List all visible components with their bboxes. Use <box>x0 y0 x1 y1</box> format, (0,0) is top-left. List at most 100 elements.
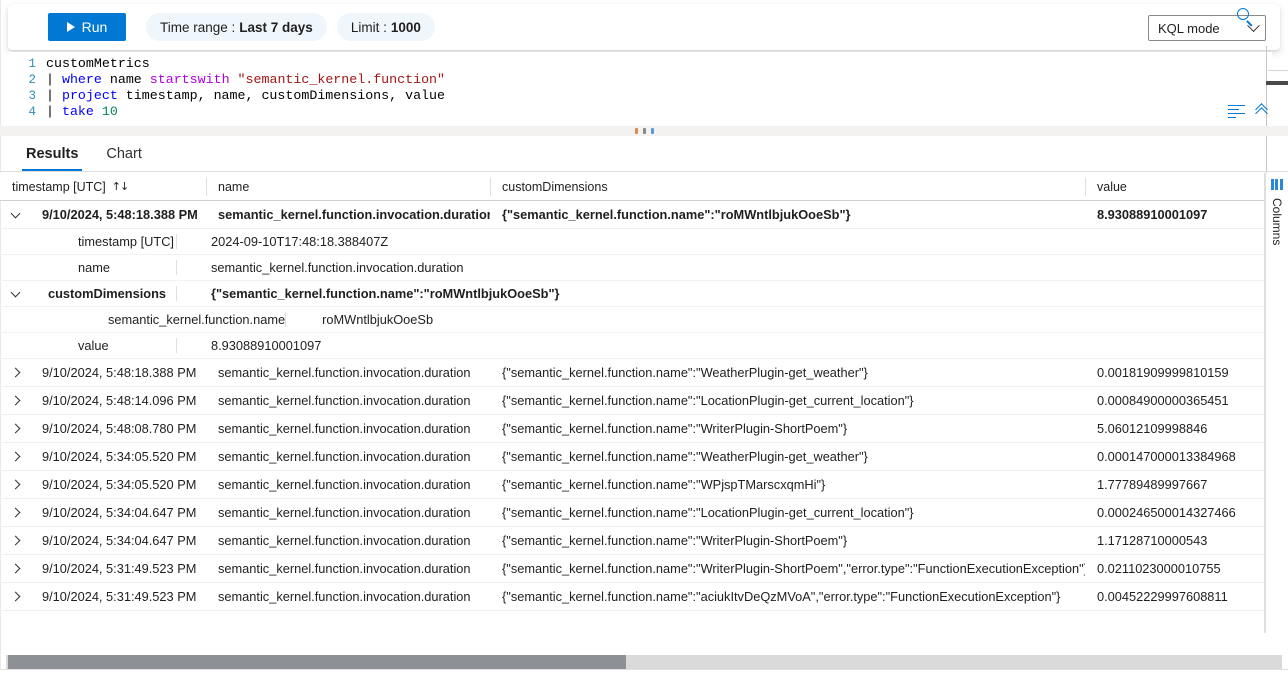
table-row[interactable]: 9/10/2024, 5:34:05.520 PMsemantic_kernel… <box>0 471 1264 499</box>
cell-timestamp: 9/10/2024, 5:34:04.647 PM <box>30 505 206 520</box>
detail-key: value <box>30 338 176 353</box>
double-chevron-up-icon[interactable] <box>1255 104 1270 118</box>
query-toolbar: Run Time range : Last 7 days Limit : 100… <box>8 4 1280 50</box>
splitter-grip-icon <box>635 128 654 134</box>
query-token: timestamp, name, customDimensions, value <box>118 88 445 103</box>
tab-results[interactable]: Results <box>12 137 92 171</box>
tab-chart[interactable]: Chart <box>92 137 155 171</box>
row-collapse-toggle[interactable] <box>0 213 30 217</box>
limit-pill[interactable]: Limit : 1000 <box>337 13 435 41</box>
row-expand-toggle[interactable] <box>0 565 30 572</box>
time-range-value: Last 7 days <box>239 20 313 35</box>
cell-custom-dimensions: {"semantic_kernel.function.name":"Writer… <box>490 533 1085 548</box>
cell-timestamp: 9/10/2024, 5:48:14.096 PM <box>30 393 206 408</box>
column-header-label: name <box>218 180 249 194</box>
cell-value: 0.00084900000365451 <box>1085 393 1265 408</box>
query-token: | <box>46 104 62 119</box>
query-token: customMetrics <box>46 56 150 71</box>
play-icon <box>67 22 75 32</box>
cell-name: semantic_kernel.function.invocation.dura… <box>206 207 490 222</box>
cell-value: 1.77789489997667 <box>1085 477 1265 492</box>
row-expand-toggle[interactable] <box>0 369 30 376</box>
row-expand-toggle[interactable] <box>0 537 30 544</box>
row-expand-toggle[interactable] <box>0 593 30 600</box>
detail-row: customDimensions{"semantic_kernel.functi… <box>0 281 1264 307</box>
chevron-right-icon <box>10 396 20 406</box>
cell-timestamp: 9/10/2024, 5:31:49.523 PM <box>30 561 206 576</box>
query-token: "semantic_kernel.function" <box>238 72 445 87</box>
row-expand-toggle[interactable] <box>0 453 30 460</box>
table-row[interactable]: 9/10/2024, 5:48:18.388 PMsemantic_kernel… <box>0 201 1264 229</box>
query-line[interactable]: 2| where name startswith "semantic_kerne… <box>8 72 1272 88</box>
detail-row: semantic_kernel.function.nameroMWntlbjuk… <box>0 307 1264 333</box>
editor-actions <box>1228 104 1270 118</box>
query-editor[interactable]: 1customMetrics2| where name startswith "… <box>8 52 1272 120</box>
query-line[interactable]: 4| take 10 <box>8 104 1272 120</box>
run-button-label: Run <box>82 19 108 35</box>
cell-timestamp: 9/10/2024, 5:34:05.520 PM <box>30 477 206 492</box>
editor-right-rule <box>1268 70 1288 71</box>
table-row[interactable]: 9/10/2024, 5:48:08.780 PMsemantic_kernel… <box>0 415 1264 443</box>
run-button[interactable]: Run <box>48 13 126 41</box>
cell-custom-dimensions: {"semantic_kernel.function.name":"Locati… <box>490 393 1085 408</box>
search-button[interactable] <box>1236 8 1254 26</box>
column-header-name[interactable]: name <box>206 173 490 201</box>
table-row[interactable]: 9/10/2024, 5:34:04.647 PMsemantic_kernel… <box>0 499 1264 527</box>
sort-updown-icon[interactable]: ↑↓ <box>112 180 128 193</box>
cell-timestamp: 9/10/2024, 5:34:05.520 PM <box>30 449 206 464</box>
query-line-text: | take 10 <box>46 104 118 120</box>
cell-timestamp: 9/10/2024, 5:48:18.388 PM <box>30 207 206 222</box>
column-header-customDimensions[interactable]: customDimensions <box>490 173 1085 201</box>
cell-timestamp: 9/10/2024, 5:31:49.523 PM <box>30 589 206 604</box>
column-header-value[interactable]: value <box>1085 173 1265 201</box>
columns-icon <box>1271 179 1284 190</box>
table-row[interactable]: 9/10/2024, 5:34:04.647 PMsemantic_kernel… <box>0 527 1264 555</box>
format-query-icon[interactable] <box>1228 105 1245 118</box>
table-row[interactable]: 9/10/2024, 5:31:49.523 PMsemantic_kernel… <box>0 583 1264 611</box>
query-line[interactable]: 3| project timestamp, name, customDimens… <box>8 88 1272 104</box>
detail-collapse-toggle[interactable] <box>0 292 30 296</box>
cell-value: 0.000246500014327466 <box>1085 505 1265 520</box>
table-row[interactable]: 9/10/2024, 5:34:05.520 PMsemantic_kernel… <box>0 443 1264 471</box>
row-expand-toggle[interactable] <box>0 425 30 432</box>
time-range-label: Time range : <box>160 20 235 35</box>
row-expand-toggle[interactable] <box>0 509 30 516</box>
column-header-label: value <box>1097 180 1127 194</box>
query-token: name <box>102 72 150 87</box>
table-row[interactable]: 9/10/2024, 5:48:18.388 PMsemantic_kernel… <box>0 359 1264 387</box>
cell-name: semantic_kernel.function.invocation.dura… <box>206 589 490 604</box>
detail-key: name <box>30 260 176 275</box>
pane-splitter[interactable] <box>0 126 1288 136</box>
horizontal-scrollbar-thumb[interactable] <box>8 655 626 669</box>
detail-value: semantic_kernel.function.invocation.dura… <box>176 260 464 275</box>
query-token: where <box>62 72 102 87</box>
tab-label: Results <box>26 146 78 162</box>
cell-value: 0.0211023000010755 <box>1085 561 1265 576</box>
columns-panel-toggle[interactable]: Columns <box>1265 173 1288 633</box>
query-results-page: Run Time range : Last 7 days Limit : 100… <box>0 0 1288 687</box>
line-number: 1 <box>8 56 46 72</box>
cell-custom-dimensions: {"semantic_kernel.function.name":"WPjspT… <box>490 477 1085 492</box>
chevron-down-icon <box>10 208 20 218</box>
chevron-right-icon <box>10 536 20 546</box>
cell-value: 1.17128710000543 <box>1085 533 1265 548</box>
cell-custom-dimensions: {"semantic_kernel.function.name":"Writer… <box>490 561 1085 576</box>
query-line[interactable]: 1customMetrics <box>8 56 1272 72</box>
time-range-pill[interactable]: Time range : Last 7 days <box>146 13 327 41</box>
table-row[interactable]: 9/10/2024, 5:48:14.096 PMsemantic_kernel… <box>0 387 1264 415</box>
detail-value: roMWntlbjukOoeSb <box>285 312 433 327</box>
detail-row: namesemantic_kernel.function.invocation.… <box>0 255 1264 281</box>
chevron-right-icon <box>10 368 20 378</box>
limit-value: 1000 <box>391 20 421 35</box>
query-token: project <box>62 88 118 103</box>
row-expand-toggle[interactable] <box>0 397 30 404</box>
cell-custom-dimensions: {"semantic_kernel.function.name":"roMWnt… <box>490 207 1085 222</box>
table-row[interactable]: 9/10/2024, 5:31:49.523 PMsemantic_kernel… <box>0 555 1264 583</box>
horizontal-scrollbar[interactable] <box>6 655 1282 669</box>
results-grid: timestamp [UTC]↑↓ name customDimensions val… <box>0 173 1265 633</box>
row-expand-toggle[interactable] <box>0 481 30 488</box>
cell-value: 0.000147000013384968 <box>1085 449 1265 464</box>
column-header-timestamp[interactable]: timestamp [UTC]↑↓ <box>0 173 206 201</box>
chevron-right-icon <box>10 592 20 602</box>
detail-row: timestamp [UTC]2024-09-10T17:48:18.38840… <box>0 229 1264 255</box>
